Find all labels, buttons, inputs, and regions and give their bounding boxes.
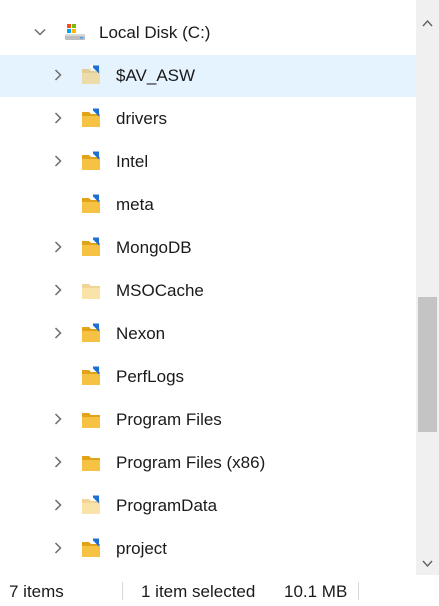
tree-item-label: ProgramData (116, 496, 218, 515)
chevron-right-icon[interactable] (52, 69, 64, 81)
tree-item-label: Program Files (x86) (116, 453, 266, 472)
chevron-right-icon[interactable] (52, 155, 64, 167)
status-bar: 7 items 1 item selected 10.1 MB (0, 575, 439, 606)
local-disk-icon (63, 21, 87, 45)
folder-hidden-shared-icon (79, 494, 103, 518)
tree-item[interactable]: meta (0, 184, 416, 226)
tree-item-label: Intel (116, 152, 149, 171)
chevron-right-icon[interactable] (52, 542, 64, 554)
folder-shared-icon (79, 150, 103, 174)
scrollbar-thumb[interactable] (418, 297, 437, 432)
tree-item[interactable]: Intel (0, 141, 416, 183)
chevron-right-icon[interactable] (52, 284, 64, 296)
item-count: 7 items (9, 582, 64, 601)
selection-size: 10.1 MB (284, 582, 348, 601)
chevron-down-icon (422, 560, 433, 568)
folder-shared-icon (79, 107, 103, 131)
tree-item[interactable]: ProgramData (0, 485, 416, 527)
tree-item[interactable]: $AV_ASW (0, 55, 416, 97)
folder-icon (79, 408, 103, 432)
tree-item-label: MongoDB (116, 238, 192, 257)
tree-item-label: MSOCache (116, 281, 204, 300)
tree-item[interactable]: PerfLogs (0, 356, 416, 398)
chevron-right-icon[interactable] (52, 241, 64, 253)
tree-item-label: meta (116, 195, 154, 214)
scroll-down-button[interactable] (416, 552, 439, 575)
selection-info: 1 item selected (141, 582, 256, 601)
folder-shared-icon (79, 193, 103, 217)
tree-item[interactable]: project (0, 528, 416, 570)
folder-shared-icon (79, 236, 103, 260)
folder-shared-icon (79, 365, 103, 389)
chevron-right-icon[interactable] (52, 456, 64, 468)
folder-shared-icon (79, 537, 103, 561)
tree-item[interactable]: MongoDB (0, 227, 416, 269)
chevron-down-icon[interactable] (34, 26, 46, 38)
tree-item[interactable]: Nexon (0, 313, 416, 355)
status-separator (122, 582, 123, 600)
chevron-right-icon[interactable] (52, 499, 64, 511)
chevron-right-icon[interactable] (52, 327, 64, 339)
tree-item-label: Local Disk (C:) (99, 23, 211, 42)
vertical-scrollbar[interactable] (416, 0, 439, 575)
folder-shared-icon (79, 322, 103, 346)
tree-item[interactable]: Program Files (0, 399, 416, 441)
file-explorer-navigation-pane: Local Disk (C:) $AV_ASWdrivers Intel meta Mo… (0, 0, 439, 606)
chevron-up-icon (422, 19, 433, 27)
chevron-right-icon[interactable] (52, 413, 64, 425)
tree-item-label: project (116, 539, 168, 558)
tree-item[interactable]: drivers (0, 98, 416, 140)
folder-icon (79, 451, 103, 475)
tree-item-label: PerfLogs (116, 367, 185, 386)
tree-item-label: Nexon (116, 324, 166, 343)
tree-item-label: Program Files (116, 410, 222, 429)
tree-item-label: drivers (116, 109, 168, 128)
tree-item[interactable]: MSOCache (0, 270, 416, 312)
scroll-up-button[interactable] (416, 12, 439, 35)
folder-hidden-icon (79, 279, 103, 303)
tree-root-local-disk[interactable]: Local Disk (C:) (0, 12, 416, 54)
chevron-right-icon[interactable] (52, 112, 64, 124)
status-separator (358, 582, 359, 600)
tree-item-label: $AV_ASW (116, 66, 196, 85)
tree-item[interactable]: Program Files (x86) (0, 442, 416, 484)
folder-hidden-shared-icon (79, 64, 103, 88)
folder-tree: Local Disk (C:) $AV_ASWdrivers Intel meta Mo… (0, 12, 416, 572)
